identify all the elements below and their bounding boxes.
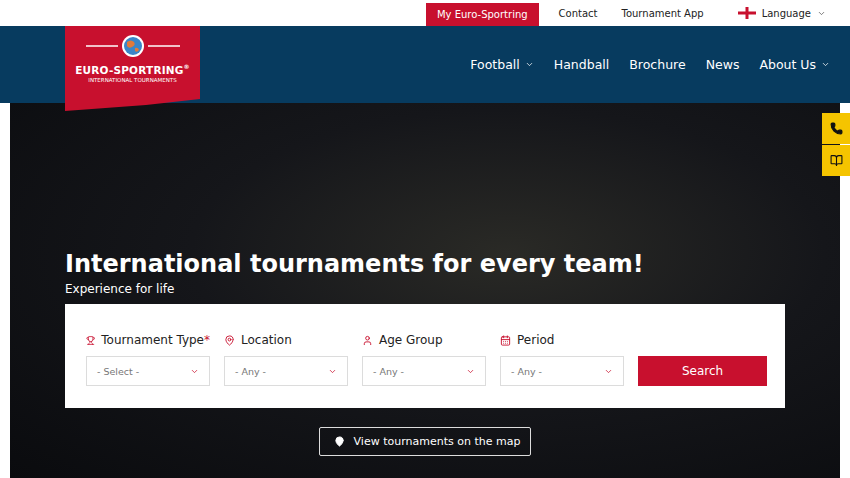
trophy-icon [86,335,95,346]
logo[interactable]: EURO-SPORTRING®INTERNATIONAL TOURNAMENTS [65,26,200,111]
nav-menu: Football Handball Brochure News About Us [470,26,830,103]
field-label: Age Group [362,333,486,347]
field-label: Location [224,333,348,347]
side-tabs [822,113,850,176]
phone-icon [830,122,843,135]
logo-tagline: INTERNATIONAL TOURNAMENTS [88,77,176,83]
chevron-icon [328,367,337,376]
chevron-icon [190,367,199,376]
england-flag-icon [738,7,756,19]
search-button[interactable]: Search [638,356,767,386]
search-field: Tournament Type* - Select - [86,333,210,386]
chevron-icon [817,9,826,18]
book-icon [830,154,843,167]
hero-subtitle: Experience for life [65,282,840,296]
search-field: Location - Any - [224,333,348,386]
nav-item[interactable]: About Us [759,57,830,72]
hero: International tournaments for every team… [10,103,840,478]
top-bar: My Euro-Sportring Contact Tournament App La… [0,0,850,26]
nav-item[interactable]: Brochure [629,57,685,72]
pin-icon [224,335,235,346]
nav-bar: EURO-SPORTRING®INTERNATIONAL TOURNAMENTS… [0,26,850,103]
calendar-icon [500,335,511,346]
phone-tab[interactable] [822,113,850,144]
field-label: Period [500,333,624,347]
chevron-icon [821,60,830,69]
globe-icon [78,34,188,58]
chevron-icon [525,60,534,69]
search-box: Tournament Type* - Select - Location - Any … [65,304,785,408]
nav-item[interactable]: Football [470,57,533,72]
search-field: Age Group - Any - [362,333,486,386]
brochure-tab[interactable] [822,145,850,176]
pin-icon [334,436,345,447]
field-select[interactable]: - Any - [362,356,486,386]
account-button[interactable]: My Euro-Sportring [426,3,539,26]
top-link[interactable]: Tournament App [618,0,708,26]
nav-item[interactable]: Handball [554,57,609,72]
field-select[interactable]: - Select - [86,356,210,386]
chevron-icon [604,367,613,376]
language-selector[interactable]: Language [738,0,826,26]
page: My Euro-Sportring Contact Tournament App La… [0,0,850,478]
field-select[interactable]: - Any - [224,356,348,386]
field-label: Tournament Type* [86,333,210,347]
map-button[interactable]: View tournaments on the map [319,427,532,456]
logo-name: EURO-SPORTRING® [75,63,190,76]
field-select[interactable]: - Any - [500,356,624,386]
hero-title: International tournaments for every team… [65,249,840,279]
nav-item[interactable]: News [706,57,740,72]
top-link[interactable]: Contact [555,0,602,26]
chevron-icon [466,367,475,376]
person-icon [362,335,373,346]
search-field: Period - Any - [500,333,624,386]
